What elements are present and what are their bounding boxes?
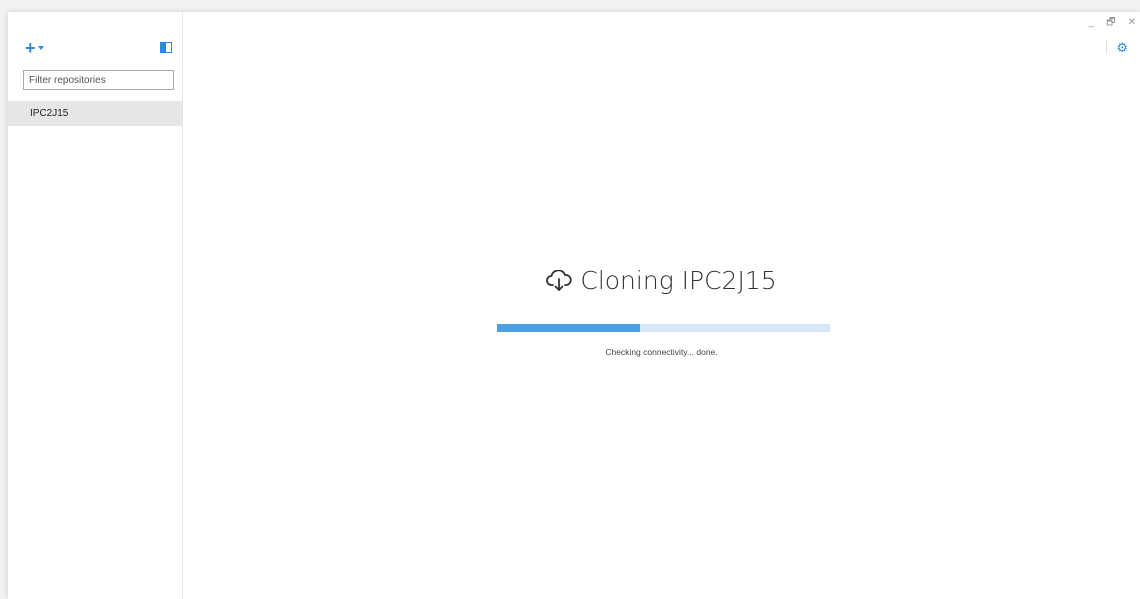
repository-item-ipc2j15[interactable]: IPC2J15	[8, 101, 182, 126]
cloud-download-icon	[546, 269, 573, 291]
app-window: + IPC2J15 _ 🗗 ✕ ⚙	[8, 12, 1140, 599]
clone-progress-bar	[497, 324, 830, 332]
clone-status-text: Checking connectivity... done.	[605, 347, 718, 357]
clone-progress-fill	[497, 324, 641, 332]
sidebar: + IPC2J15	[8, 12, 183, 599]
filter-repositories-input[interactable]	[23, 70, 174, 90]
repository-list: IPC2J15	[8, 101, 182, 126]
add-repository-button[interactable]: +	[25, 39, 49, 57]
dropdown-caret-icon	[37, 46, 44, 50]
sidebar-toggle-icon[interactable]	[160, 42, 172, 53]
clone-heading: Cloning IPC2J15	[183, 266, 1140, 295]
plus-icon: +	[25, 38, 36, 58]
main-panel: Cloning IPC2J15 Checking connectivity...…	[183, 12, 1140, 599]
desktop-background: + IPC2J15 _ 🗗 ✕ ⚙	[0, 0, 1140, 599]
clone-title-text: Cloning IPC2J15	[580, 266, 777, 295]
